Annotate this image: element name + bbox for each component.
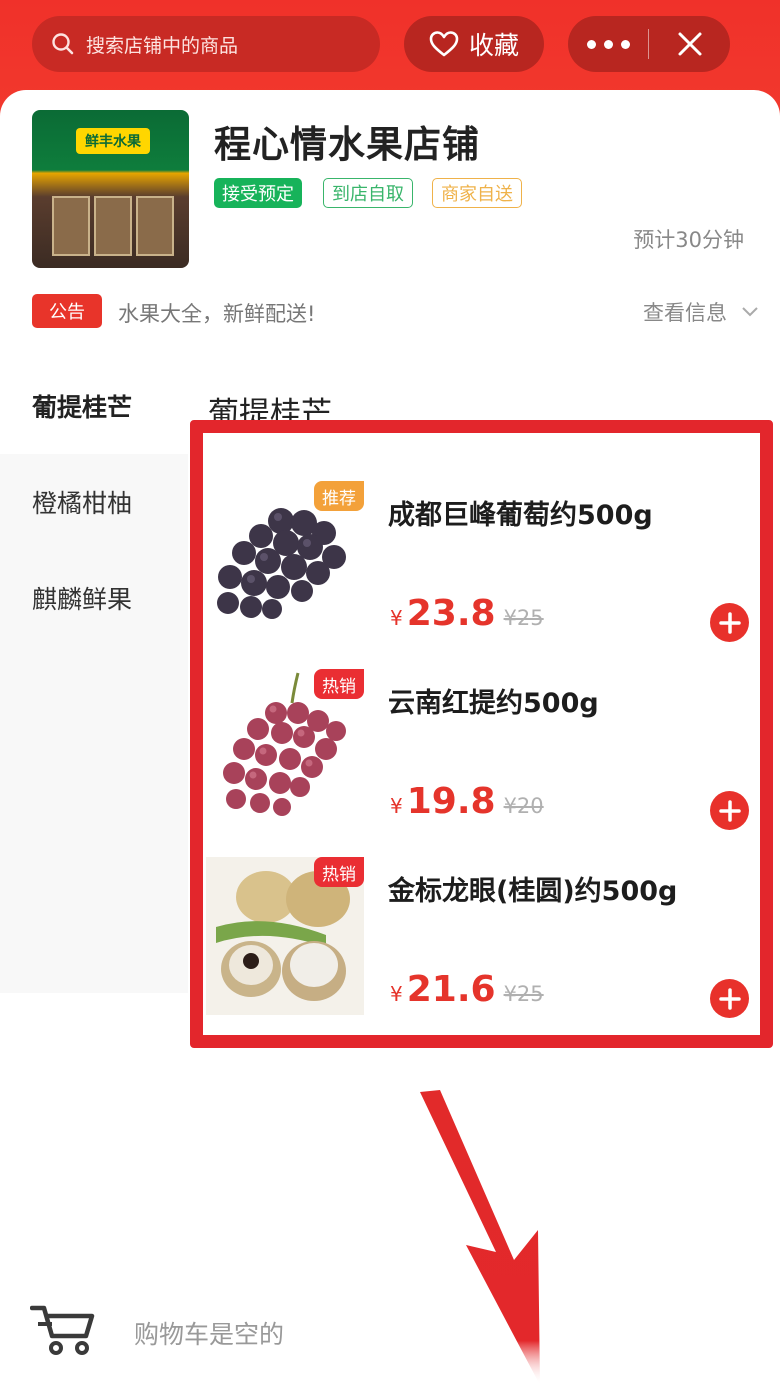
product-image: 热销 — [206, 669, 364, 827]
search-placeholder: 搜索店铺中的商品 — [86, 34, 239, 57]
tag-pickup: 到店自取 — [323, 178, 413, 208]
product-name: 金标龙眼(桂圆)约500g — [388, 876, 678, 907]
search-box[interactable]: 搜索店铺中的商品 — [32, 16, 380, 72]
plus-icon — [718, 799, 741, 822]
price-value: 23.8 — [406, 593, 496, 634]
product-name: 云南红提约500g — [388, 688, 599, 719]
currency-symbol: ¥ — [390, 794, 403, 818]
plus-icon — [718, 611, 741, 634]
shop-photo: 鲜丰水果 — [32, 110, 189, 268]
tag-delivery: 商家自送 — [432, 178, 522, 208]
product-price: ¥ 19.8 ¥20 — [390, 781, 544, 822]
original-price: ¥25 — [503, 982, 544, 1006]
view-info-link[interactable]: 查看信息 — [643, 297, 759, 327]
arrow-annotation — [420, 1090, 540, 1385]
notice-badge: 公告 — [32, 294, 102, 328]
heart-icon — [429, 31, 459, 57]
close-icon — [678, 32, 701, 56]
cart-icon[interactable] — [30, 1296, 96, 1356]
sidebar-item-kylin-fruit[interactable]: 麒麟鲜果 — [0, 550, 188, 646]
shop-sign: 鲜丰水果 — [76, 128, 150, 154]
product-item[interactable]: 热销 云南红提约500g ¥ 19.8 ¥20 — [203, 641, 760, 830]
currency-symbol: ¥ — [390, 606, 403, 630]
product-price: ¥ 23.8 ¥25 — [390, 593, 544, 634]
add-to-cart-button[interactable] — [710, 791, 749, 830]
search-icon — [52, 33, 74, 55]
tag-reservation: 接受预定 — [214, 178, 302, 208]
product-badge: 热销 — [314, 669, 364, 699]
cart-empty-text: 购物车是空的 — [134, 1320, 285, 1349]
product-item[interactable]: 推荐 成都巨峰葡萄约500g ¥ 23.8 ¥25 — [203, 453, 760, 642]
product-list: 推荐 成都巨峰葡萄约500g ¥ 23.8 ¥25 热销 云南红提约500g ¥… — [190, 420, 773, 1048]
view-info-label: 查看信息 — [643, 301, 727, 325]
currency-symbol: ¥ — [390, 982, 403, 1006]
mini-program-capsule — [568, 16, 730, 72]
product-item[interactable]: 热销 金标龙眼(桂圆)约500g ¥ 21.6 ¥25 — [203, 829, 760, 1018]
product-image: 推荐 — [206, 481, 364, 639]
sidebar-item-label: 麒麟鲜果 — [32, 585, 133, 614]
original-price: ¥25 — [503, 606, 544, 630]
product-image: 热销 — [206, 857, 364, 1015]
sidebar-item-grapes-mango[interactable]: 葡提桂芒 — [0, 358, 188, 454]
price-value: 21.6 — [406, 969, 496, 1010]
price-value: 19.8 — [406, 781, 496, 822]
original-price: ¥20 — [503, 794, 544, 818]
product-badge: 推荐 — [314, 481, 364, 511]
delivery-eta: 预计30分钟 — [633, 228, 744, 252]
plus-icon — [718, 987, 741, 1010]
shop-name: 程心情水果店铺 — [214, 123, 480, 166]
product-name: 成都巨峰葡萄约500g — [388, 500, 653, 531]
more-icon[interactable] — [568, 39, 648, 49]
product-badge: 热销 — [314, 857, 364, 887]
sidebar-item-label: 橙橘柑柚 — [32, 489, 133, 518]
favorite-button[interactable]: 收藏 — [404, 16, 544, 72]
favorite-label: 收藏 — [468, 31, 519, 60]
add-to-cart-button[interactable] — [710, 603, 749, 642]
add-to-cart-button[interactable] — [710, 979, 749, 1018]
sidebar-item-label: 葡提桂芒 — [32, 393, 133, 422]
chevron-down-icon — [742, 307, 758, 317]
notice-text: 水果大全，新鲜配送! — [118, 302, 316, 326]
close-button[interactable] — [649, 31, 730, 57]
sidebar-item-citrus[interactable]: 橙橘柑柚 — [0, 454, 188, 550]
product-price: ¥ 21.6 ¥25 — [390, 969, 544, 1010]
